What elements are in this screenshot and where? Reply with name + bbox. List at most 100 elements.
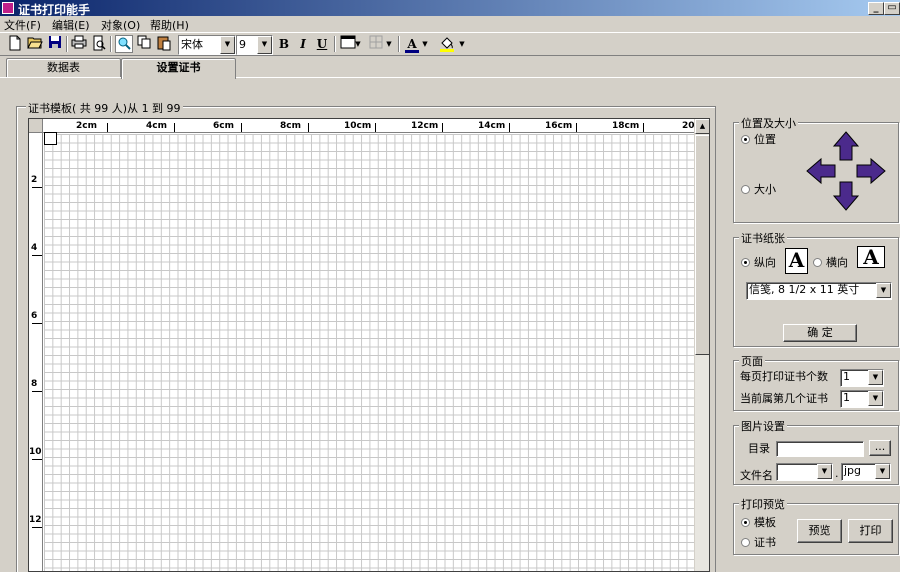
ruler-left-label: 10 <box>29 447 42 457</box>
ruler-left-label: 12 <box>29 515 42 525</box>
radio-dot <box>741 518 750 527</box>
chevron-down-icon[interactable]: ▼ <box>385 35 393 53</box>
current-cert-value: 1 <box>843 391 850 404</box>
radio-dot <box>813 258 822 267</box>
fill-color-icon[interactable] <box>438 35 456 53</box>
new-file-icon[interactable] <box>6 35 24 53</box>
app-icon <box>2 2 14 14</box>
ruler-top-label: 10cm <box>344 121 372 131</box>
chevron-down-icon[interactable]: ▼ <box>817 464 832 479</box>
arrow-left-icon[interactable] <box>806 157 836 185</box>
font-color-button[interactable]: A <box>403 35 421 53</box>
size-radio[interactable]: 大小 <box>741 181 776 197</box>
grid-lines-icon[interactable] <box>367 35 385 53</box>
chevron-down-icon[interactable]: ▼ <box>257 36 272 54</box>
per-page-value: 1 <box>843 370 850 383</box>
chevron-down-icon[interactable]: ▼ <box>458 35 466 53</box>
radio-dot <box>741 258 750 267</box>
italic-button[interactable]: I <box>294 35 312 53</box>
size-radio-label: 大小 <box>754 183 776 196</box>
chevron-down-icon[interactable]: ▼ <box>220 36 235 54</box>
open-folder-icon[interactable] <box>26 35 44 53</box>
portrait-icon: A <box>785 248 808 274</box>
paste-icon[interactable] <box>155 35 173 53</box>
menu-file[interactable]: 文件(F) <box>4 17 41 33</box>
menu-object[interactable]: 对象(O) <box>101 17 140 33</box>
ruler-top-label: 12cm <box>411 121 439 131</box>
confirm-paper-button[interactable]: 确 定 <box>783 324 857 342</box>
portrait-radio[interactable]: 纵向 <box>741 254 776 270</box>
ruler-top-label: 8cm <box>280 121 301 131</box>
title-bar: 证书打印能手 _ ▭ <box>0 0 900 17</box>
menu-help[interactable]: 帮助(H) <box>150 17 189 33</box>
template-radio-label: 模板 <box>754 516 776 529</box>
position-radio[interactable]: 位置 <box>741 131 776 147</box>
tab-certificate-settings[interactable]: 设置证书 <box>121 58 236 79</box>
save-icon[interactable] <box>46 35 64 53</box>
chevron-down-icon[interactable]: ▼ <box>868 370 883 385</box>
chevron-down-icon[interactable]: ▼ <box>875 464 890 479</box>
maximize-button[interactable]: ▭ <box>884 2 900 15</box>
chevron-down-icon[interactable]: ▼ <box>421 35 429 53</box>
browse-button[interactable]: ... <box>869 440 891 456</box>
print-preview-icon[interactable] <box>90 35 108 53</box>
ruler-left-label: 6 <box>31 311 38 321</box>
scroll-up-icon[interactable]: ▲ <box>695 119 709 134</box>
design-grid[interactable] <box>44 134 696 571</box>
minimize-button[interactable]: _ <box>868 2 884 15</box>
scroll-thumb[interactable] <box>695 135 709 355</box>
radio-dot <box>741 538 750 547</box>
certificate-radio[interactable]: 证书 <box>741 534 776 550</box>
ruler-top-label: 20 <box>682 121 695 131</box>
certificate-item-handle[interactable] <box>44 132 57 145</box>
ruler-corner <box>29 119 43 133</box>
filename-label: 文件名 <box>740 469 773 482</box>
ruler-left: 2 4 6 8 10 12 <box>29 133 43 571</box>
bold-button[interactable]: B <box>275 35 293 53</box>
ext-separator: . <box>835 467 839 480</box>
landscape-icon: A <box>857 246 885 268</box>
font-name-select[interactable]: 宋体 ▼ <box>178 35 236 55</box>
preview-button[interactable]: 预览 <box>797 519 842 543</box>
certificate-radio-label: 证书 <box>754 536 776 549</box>
ruler-left-label: 2 <box>31 175 38 185</box>
current-cert-select[interactable]: 1 ▼ <box>840 390 884 408</box>
chevron-down-icon[interactable]: ▼ <box>876 283 891 298</box>
extension-select[interactable]: jpg ▼ <box>841 463 891 481</box>
extension-value: jpg <box>844 464 862 477</box>
print-button[interactable]: 打印 <box>848 519 893 543</box>
landscape-radio[interactable]: 横向 <box>813 254 848 270</box>
paper-size-select[interactable]: 信笺, 8 1/2 x 11 英寸 ▼ <box>746 282 892 300</box>
paper-size-value: 信笺, 8 1/2 x 11 英寸 <box>749 283 860 296</box>
per-page-label: 每页打印证书个数 <box>740 370 828 383</box>
ruler-top-label: 6cm <box>213 121 234 131</box>
font-size-value: 9 <box>239 38 246 51</box>
arrow-down-icon[interactable] <box>832 181 860 211</box>
find-icon[interactable] <box>115 35 133 53</box>
ruler-left-label: 4 <box>31 243 38 253</box>
current-cert-label: 当前属第几个证书 <box>740 392 828 405</box>
font-color-letter: A <box>407 37 417 51</box>
font-size-select[interactable]: 9 ▼ <box>236 35 273 55</box>
chevron-down-icon[interactable]: ▼ <box>868 391 883 406</box>
ruler-top-label: 4cm <box>146 121 167 131</box>
menu-bar: 文件(F) 编辑(E) 对象(O) 帮助(H) <box>0 16 900 32</box>
per-page-select[interactable]: 1 ▼ <box>840 369 884 387</box>
vertical-scrollbar[interactable]: ▲ <box>694 119 709 571</box>
arrow-up-icon[interactable] <box>832 131 860 161</box>
arrow-right-icon[interactable] <box>856 157 886 185</box>
tab-data-table[interactable]: 数据表 <box>6 58 121 78</box>
menu-edit[interactable]: 编辑(E) <box>52 17 90 33</box>
filename-select[interactable]: ▼ <box>776 463 833 481</box>
template-radio[interactable]: 模板 <box>741 514 776 530</box>
print-icon[interactable] <box>70 35 88 53</box>
font-color-swatch <box>405 50 419 53</box>
underline-button[interactable]: U <box>313 35 331 53</box>
copy-icon[interactable] <box>135 35 153 53</box>
dir-label: 目录 <box>748 442 770 455</box>
ruler-top-label: 16cm <box>545 121 573 131</box>
chevron-down-icon[interactable]: ▼ <box>354 35 362 53</box>
certificate-canvas[interactable]: 2cm 4cm 6cm 8cm 10cm 12cm 14cm 16cm 18cm… <box>28 118 710 572</box>
dir-input[interactable] <box>776 441 864 457</box>
arrow-pad <box>806 131 886 211</box>
